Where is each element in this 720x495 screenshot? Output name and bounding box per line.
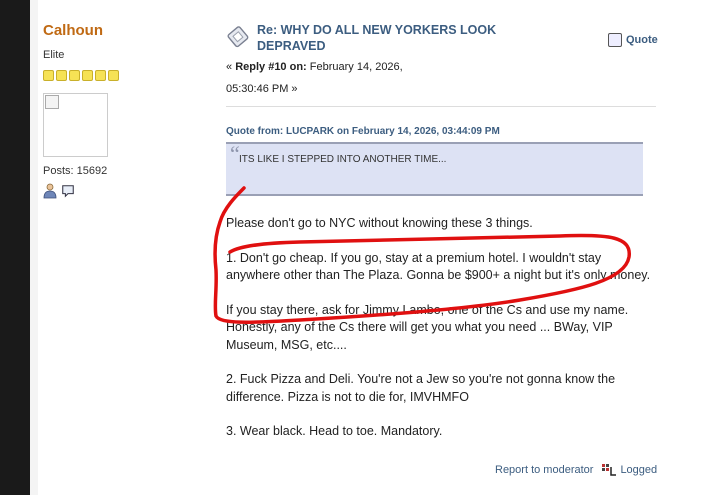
- report-to-moderator-link[interactable]: Report to moderator: [495, 464, 593, 476]
- post-footer: Report to moderator Logged: [495, 463, 657, 477]
- left-gutter: [30, 0, 38, 495]
- profile-icons: [43, 183, 203, 199]
- body-paragraph: 1. Don't go cheap. If you go, stay at a …: [226, 250, 651, 283]
- poster-name-link[interactable]: Calhoun: [43, 22, 203, 39]
- rank-stars: [43, 70, 203, 81]
- body-paragraph: 3. Wear black. Head to toe. Mandatory.: [226, 424, 443, 438]
- star-icon: [82, 70, 93, 81]
- logged-indicator: Logged: [601, 463, 657, 477]
- post-subject-link[interactable]: Re: WHY DO ALL NEW YORKERS LOOK DEPRAVED: [257, 22, 507, 54]
- logged-label: Logged: [620, 464, 658, 476]
- star-icon: [69, 70, 80, 81]
- post-count: Posts: 15692: [43, 165, 108, 177]
- reply-prefix: «: [226, 61, 236, 73]
- poster-rank: Elite: [43, 49, 65, 61]
- star-icon: [95, 70, 106, 81]
- quote-text: ITS LIKE I STEPPED INTO ANOTHER TIME...: [239, 154, 447, 165]
- ip-logged-icon: [602, 464, 617, 476]
- poster-info: Calhoun Elite Posts: 15692: [43, 22, 203, 199]
- body-paragraph: 2. Fuck Pizza and Deli. You're not a Jew…: [226, 372, 616, 404]
- post-separator: [226, 106, 656, 107]
- post-body: Please don't go to NYC without knowing t…: [226, 215, 656, 441]
- reply-number-link[interactable]: Reply #10 on:: [235, 61, 307, 73]
- quote-button[interactable]: Quote: [608, 33, 658, 47]
- broken-image-icon: [45, 95, 59, 109]
- quote-block: “ ITS LIKE I STEPPED INTO ANOTHER TIME..…: [226, 141, 643, 196]
- avatar[interactable]: [43, 93, 108, 157]
- left-dark-edge: [0, 0, 30, 495]
- body-paragraph: If you stay there, ask for Jimmy Lambo, …: [226, 302, 629, 352]
- star-icon: [43, 70, 54, 81]
- reply-info: « Reply #10 on: February 14, 2026, 05:30…: [226, 56, 441, 100]
- quote-header-link[interactable]: Quote from: LUCPARK on February 14, 2026…: [226, 126, 656, 137]
- post-topic-icon: [227, 26, 249, 48]
- personal-message-icon[interactable]: [61, 183, 75, 199]
- body-paragraph: Please don't go to NYC without knowing t…: [226, 216, 533, 230]
- quote-button-label: Quote: [626, 34, 658, 46]
- post: Re: WHY DO ALL NEW YORKERS LOOK DEPRAVED…: [226, 20, 658, 196]
- star-icon: [108, 70, 119, 81]
- star-icon: [56, 70, 67, 81]
- profile-icon[interactable]: [43, 183, 57, 199]
- quote-icon: [608, 33, 622, 47]
